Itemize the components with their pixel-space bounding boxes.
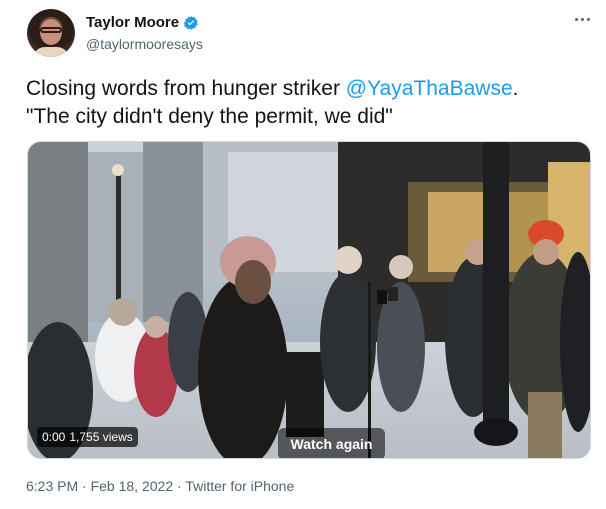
tweet-date: Feb 18, 2022 (90, 478, 174, 494)
source-separator: · (177, 478, 182, 494)
mention-link[interactable]: @YayaThaBawse (346, 77, 513, 100)
tweet-text: Closing words from hunger striker @YayaT… (26, 75, 586, 131)
tweet-card: Taylor Moore @taylormooresays Closing wo… (0, 0, 606, 509)
tweet-timestamp-row: 6:23 PM · Feb 18, 2022 · Twitter for iPh… (26, 478, 294, 494)
avatar-glasses (40, 27, 62, 33)
author-handle[interactable]: @taylormooresays (86, 36, 203, 52)
watch-again-button[interactable]: Watch again (278, 428, 385, 458)
author-display-name[interactable]: Taylor Moore (86, 14, 179, 31)
avatar[interactable] (27, 9, 75, 57)
tweet-text-intro: Closing words from hunger striker (26, 77, 346, 100)
video-player[interactable]: Watch again (27, 141, 591, 459)
video-elapsed: 0:00 (42, 430, 66, 444)
video-frame (28, 142, 590, 458)
time-date-separator: · (82, 478, 87, 494)
video-meta-badge: 0:00 1,755 views (37, 427, 138, 447)
verified-badge-icon (184, 15, 198, 30)
author-name-row: Taylor Moore (86, 14, 199, 31)
video-views: 1,755 views (69, 430, 133, 444)
tweet-time: 6:23 PM (26, 478, 79, 494)
more-options-icon[interactable] (573, 14, 593, 26)
avatar-shirt (33, 47, 69, 57)
tweet-time-link[interactable]: 6:23 PM · Feb 18, 2022 (26, 478, 173, 494)
tweet-source-link[interactable]: Twitter for iPhone (185, 478, 294, 494)
